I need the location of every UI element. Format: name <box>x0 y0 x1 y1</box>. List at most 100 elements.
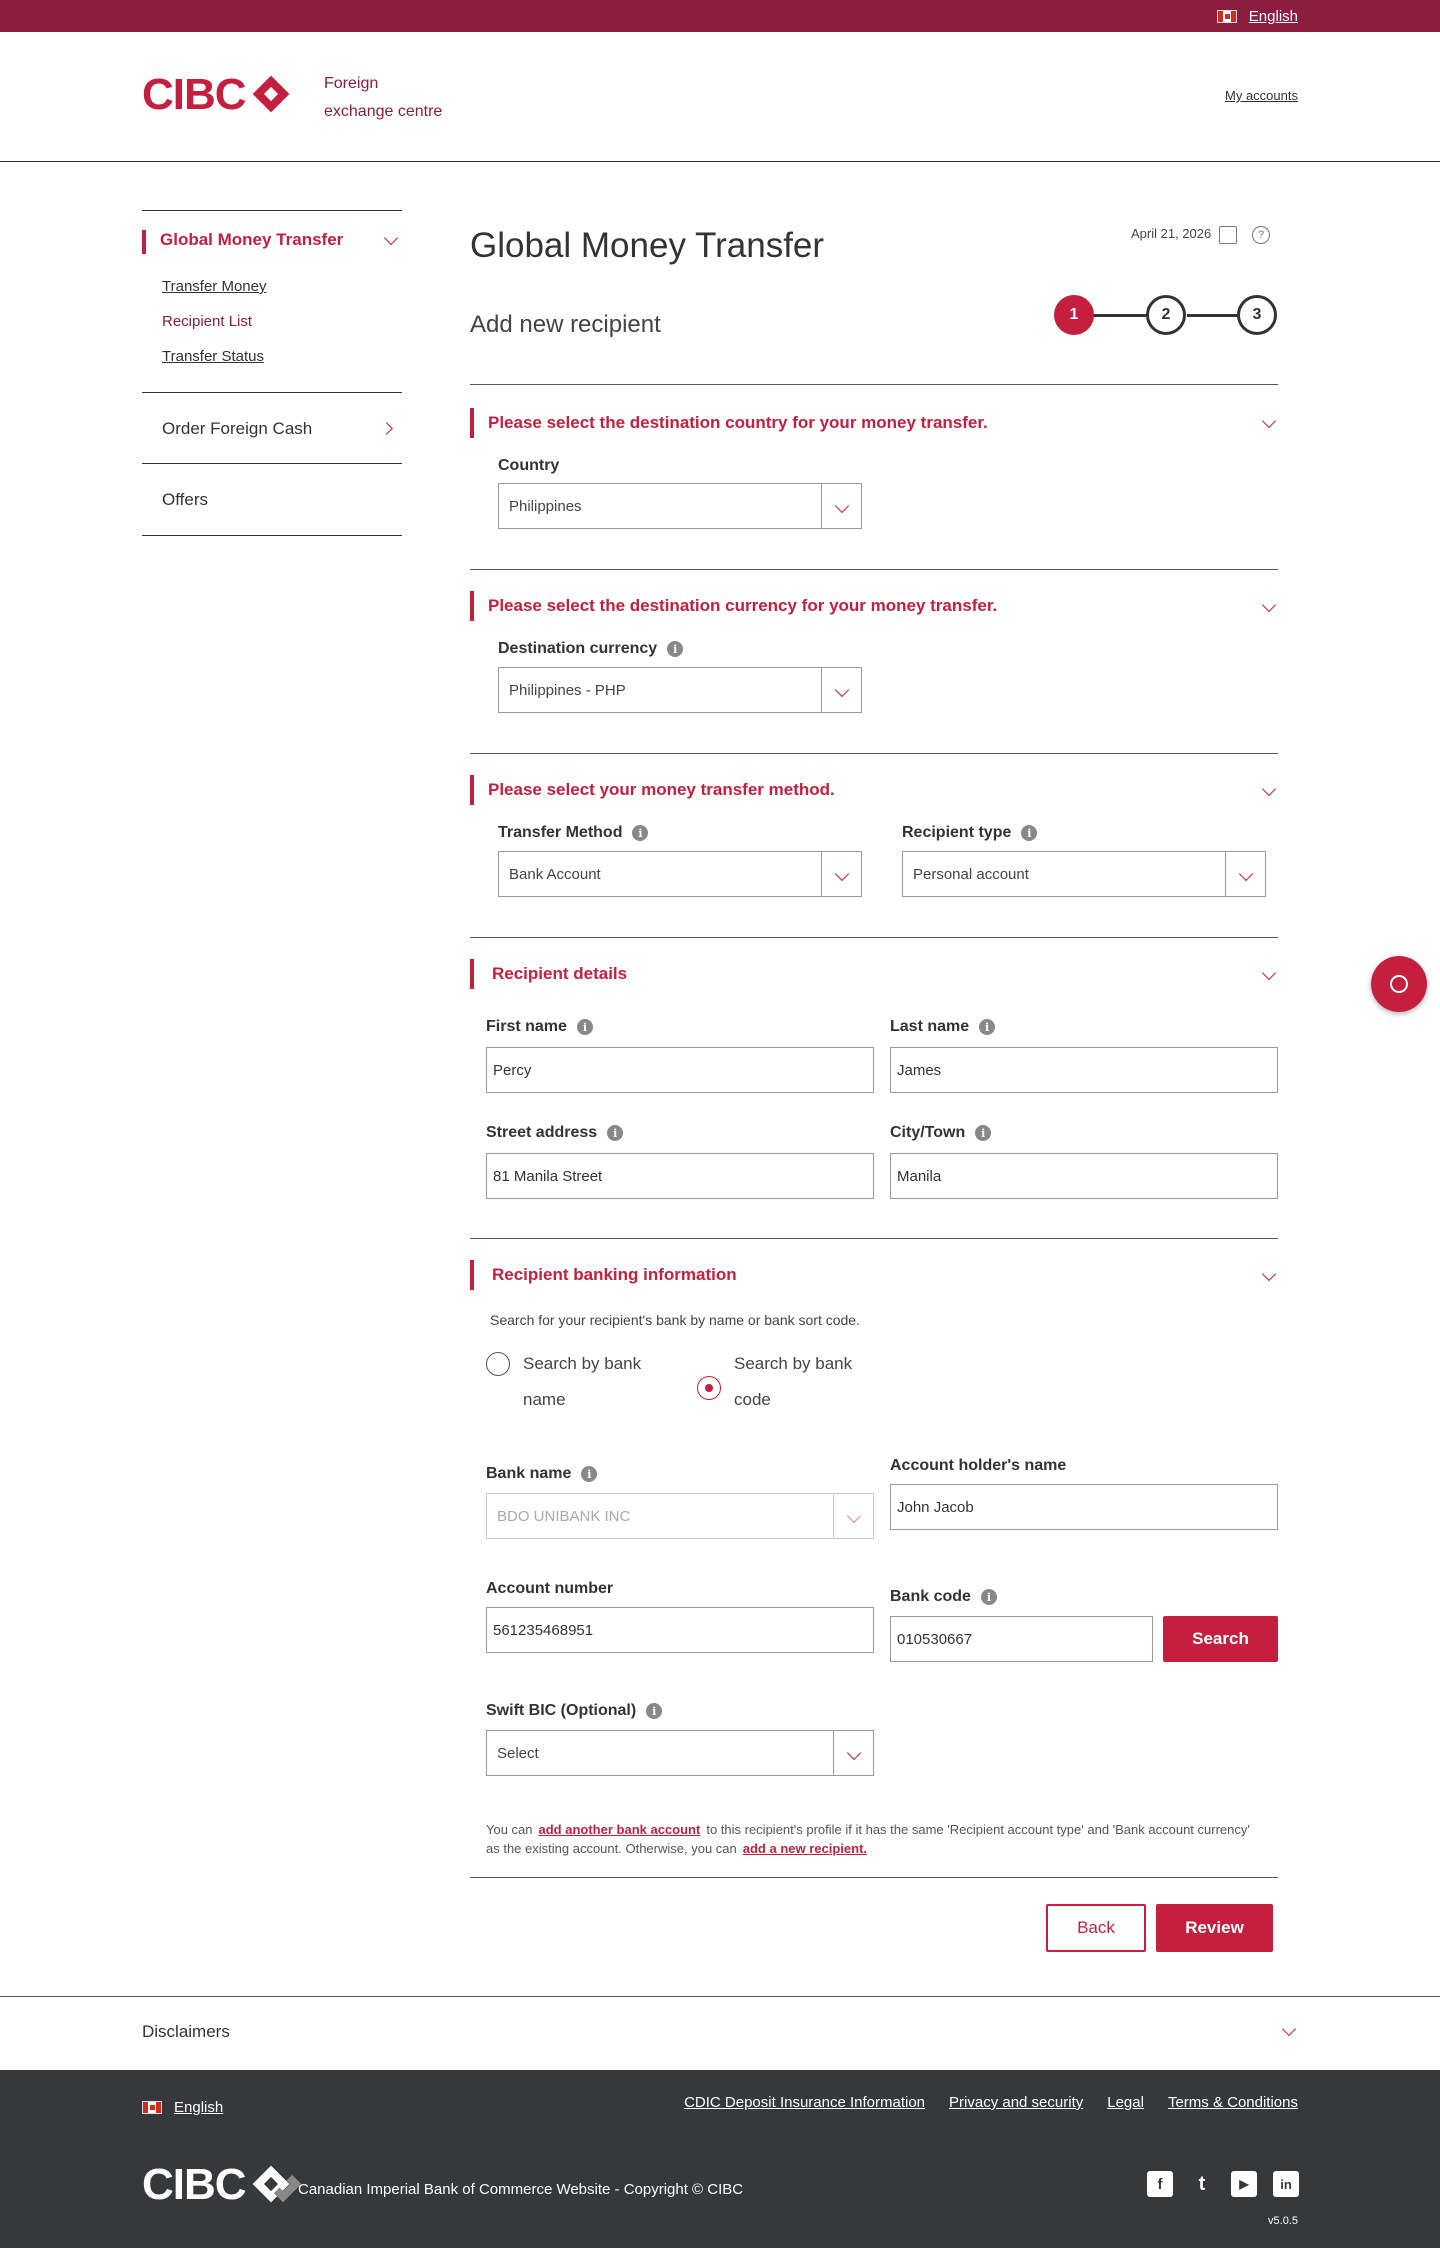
chevron-down-icon[interactable] <box>1281 2021 1297 2037</box>
last-name-field[interactable]: James <box>890 1047 1278 1093</box>
cibc-diamond-icon <box>252 2165 292 2205</box>
swift-bic-label: Swift BIC (Optional) i <box>486 1702 663 1720</box>
bank-search-hint: Search for your recipient's bank by name… <box>490 1312 860 1328</box>
cibc-diamond-icon <box>252 75 292 115</box>
info-icon[interactable]: i <box>979 1019 996 1035</box>
my-accounts-link[interactable]: My accounts <box>1225 88 1298 103</box>
review-button[interactable]: Review <box>1156 1904 1273 1952</box>
sidebar-item-order-foreign-cash[interactable]: Order Foreign Cash <box>162 419 312 439</box>
twitter-icon[interactable]: t <box>1189 2171 1215 2197</box>
city-field[interactable]: Manila <box>890 1153 1278 1199</box>
banking-info-heading[interactable]: Recipient banking information <box>470 1260 737 1290</box>
bank-code-field[interactable]: 010530667 <box>890 1616 1153 1662</box>
terms-link[interactable]: Terms & Conditions <box>1168 2094 1298 2111</box>
chat-icon <box>1390 975 1408 993</box>
method-section-heading[interactable]: Please select your money transfer method… <box>470 775 835 805</box>
account-number-field[interactable]: 561235468951 <box>486 1607 874 1653</box>
recipient-details-heading[interactable]: Recipient details <box>470 959 627 989</box>
footer-copyright: Canadian Imperial Bank of Commerce Websi… <box>298 2181 744 2198</box>
info-icon[interactable]: i <box>646 1703 663 1719</box>
search-by-bank-code-label[interactable]: Search by bank code <box>734 1346 852 1418</box>
last-name-label: Last name i <box>890 1018 996 1036</box>
transfer-method-label: Transfer Method i <box>498 824 649 842</box>
chevron-down-icon[interactable] <box>1261 781 1277 797</box>
step-connector <box>1093 314 1149 317</box>
city-label: City/Town i <box>890 1124 992 1142</box>
search-by-bank-name-radio[interactable] <box>486 1352 510 1376</box>
swift-bic-select[interactable]: Select <box>486 1730 874 1776</box>
recipient-type-select[interactable]: Personal account <box>902 851 1266 897</box>
divider <box>142 463 402 464</box>
chevron-down-icon[interactable] <box>1261 413 1277 429</box>
legal-link[interactable]: Legal <box>1107 2094 1144 2111</box>
info-icon[interactable]: i <box>667 641 684 657</box>
street-address-label: Street address i <box>486 1124 624 1142</box>
language-switch[interactable]: English <box>1216 8 1298 25</box>
footer-language-label[interactable]: English <box>174 2099 223 2116</box>
search-by-bank-name-label[interactable]: Search by bank name <box>523 1346 641 1418</box>
first-name-label: First name i <box>486 1018 593 1036</box>
transfer-method-select[interactable]: Bank Account <box>498 851 862 897</box>
language-label[interactable]: English <box>1249 8 1298 25</box>
footer-language-switch[interactable]: English <box>142 2099 223 2116</box>
sidebar-item-offers[interactable]: Offers <box>162 490 208 510</box>
page-title: Global Money Transfer <box>470 226 825 265</box>
section-divider <box>470 1238 1278 1239</box>
country-section-heading[interactable]: Please select the destination country fo… <box>470 408 988 438</box>
back-button[interactable]: Back <box>1046 1904 1146 1952</box>
date-label: April 21, 2026 <box>1131 226 1212 241</box>
info-icon[interactable]: i <box>576 1019 593 1035</box>
facebook-icon[interactable]: f <box>1147 2171 1173 2197</box>
country-select[interactable]: Philippines <box>498 483 862 529</box>
search-by-bank-code-radio[interactable] <box>697 1376 721 1400</box>
add-bank-account-link[interactable]: add another bank account <box>539 1822 701 1837</box>
info-icon[interactable]: i <box>607 1125 624 1141</box>
sidebar-item-transfer-money[interactable]: Transfer Money <box>162 278 266 295</box>
chevron-down-icon <box>846 1745 861 1761</box>
sidebar-item-recipient-list[interactable]: Recipient List <box>162 313 252 330</box>
privacy-link[interactable]: Privacy and security <box>949 2094 1083 2111</box>
chevron-down-icon[interactable] <box>383 230 399 246</box>
step-1: 1 <box>1054 295 1094 335</box>
currency-select[interactable]: Philippines - PHP <box>498 667 862 713</box>
account-holder-field[interactable]: John Jacob <box>890 1484 1278 1530</box>
sidebar-item-global-money-transfer[interactable]: Global Money Transfer <box>142 230 343 254</box>
info-icon[interactable]: i <box>980 1589 997 1605</box>
cdic-link[interactable]: CDIC Deposit Insurance Information <box>684 2094 925 2111</box>
help-icon[interactable]: ? <box>1252 226 1270 244</box>
first-name-field[interactable]: Percy <box>486 1047 874 1093</box>
linkedin-icon[interactable]: in <box>1273 2171 1299 2197</box>
section-divider <box>470 384 1278 385</box>
bank-name-label: Bank name i <box>486 1465 598 1483</box>
print-icon[interactable] <box>1219 226 1237 244</box>
section-divider <box>470 937 1278 938</box>
recipient-type-label: Recipient type i <box>902 824 1038 842</box>
info-icon[interactable]: i <box>632 825 649 841</box>
divider <box>142 392 402 393</box>
chevron-down-icon <box>846 1508 861 1524</box>
footer-logo-text: CIBC <box>142 2160 247 2209</box>
youtube-icon[interactable]: ▶ <box>1231 2171 1257 2197</box>
country-label: Country <box>498 457 560 474</box>
sidebar-item-transfer-status[interactable]: Transfer Status <box>162 348 264 365</box>
site-title: Foreign exchange centre <box>324 75 443 120</box>
canada-flag-icon <box>142 2101 162 2114</box>
info-icon[interactable]: i <box>581 1466 598 1482</box>
footer-cibc-logo[interactable]: CIBC <box>142 2160 292 2210</box>
chevron-down-icon[interactable] <box>1261 597 1277 613</box>
currency-section-heading[interactable]: Please select the destination currency f… <box>470 591 997 621</box>
chat-button[interactable] <box>1371 956 1427 1012</box>
street-address-field[interactable]: 81 Manila Street <box>486 1153 874 1199</box>
chevron-down-icon[interactable] <box>1261 965 1277 981</box>
info-icon[interactable]: i <box>1021 825 1038 841</box>
step-3: 3 <box>1237 295 1277 335</box>
chevron-down-icon[interactable] <box>1261 1266 1277 1282</box>
chevron-right-icon[interactable] <box>380 422 393 435</box>
search-button[interactable]: Search <box>1163 1616 1278 1662</box>
info-icon[interactable]: i <box>975 1125 992 1141</box>
divider <box>142 210 402 211</box>
disclaimers-toggle[interactable]: Disclaimers <box>142 2022 230 2042</box>
add-new-recipient-link[interactable]: add a new recipient. <box>743 1841 867 1856</box>
cibc-logo[interactable]: CIBC <box>142 70 292 120</box>
recipient-note: You can add another bank account to this r… <box>486 1822 1250 1856</box>
